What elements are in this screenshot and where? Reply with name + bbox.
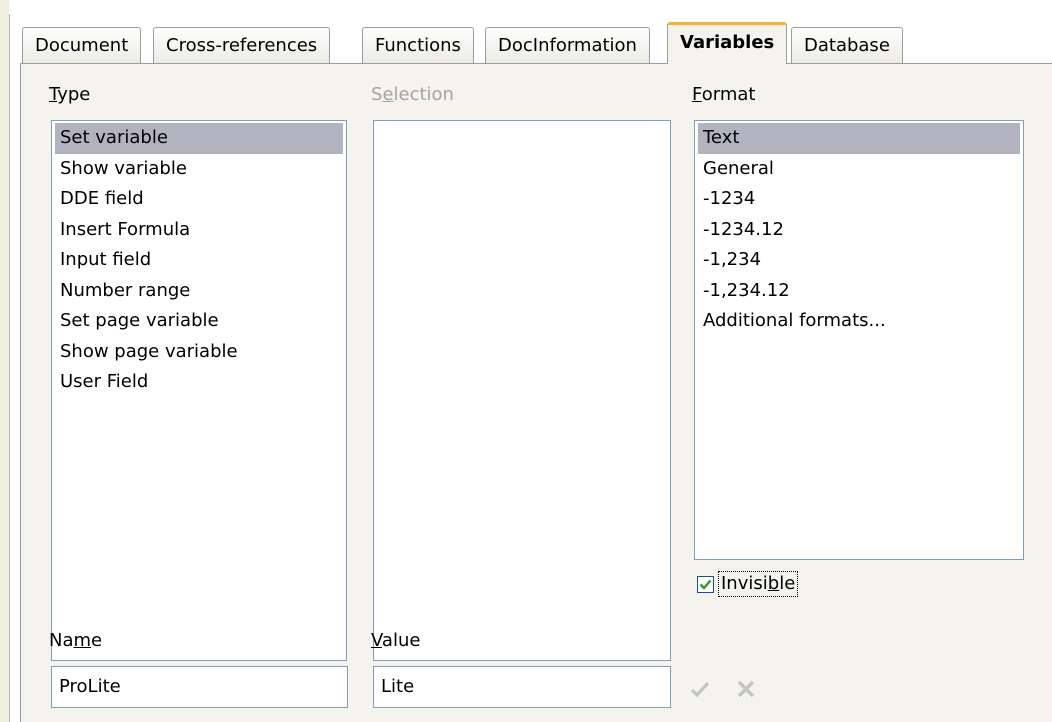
format-list-item[interactable]: -1,234 — [698, 245, 1020, 276]
fields-dialog: Document Cross-references Functions DocI… — [0, 0, 1052, 722]
checkmark-icon — [690, 681, 710, 698]
format-list-item[interactable]: -1,234.12 — [698, 276, 1020, 307]
delete-button[interactable] — [733, 676, 759, 702]
format-label: Format — [692, 84, 756, 105]
type-list-item[interactable]: Show page variable — [55, 337, 343, 368]
window-top — [9, 0, 1052, 14]
name-field[interactable]: ProLite — [51, 666, 348, 708]
type-list-item[interactable]: Set variable — [55, 123, 343, 154]
format-listbox[interactable]: Text General -1234 -1234.12 -1,234 -1,234.12 A… — [694, 120, 1024, 560]
tab-database[interactable]: Database — [791, 27, 903, 63]
type-list-item[interactable]: Number range — [55, 276, 343, 307]
type-list-item[interactable]: Input field — [55, 245, 343, 276]
selection-listbox[interactable] — [373, 120, 671, 661]
tab-variables[interactable]: Variables — [667, 22, 788, 64]
name-label: Name — [49, 630, 103, 651]
format-list-item[interactable]: General — [698, 154, 1020, 185]
type-label: Type — [49, 84, 91, 105]
apply-button[interactable] — [687, 676, 713, 702]
format-list-item[interactable]: Additional formats... — [698, 306, 1020, 337]
type-list-item[interactable]: Show variable — [55, 154, 343, 185]
selection-label: Selection — [371, 84, 454, 105]
format-list-item[interactable]: -1234 — [698, 184, 1020, 215]
checkmark-icon — [699, 579, 712, 590]
tab-docinformation[interactable]: DocInformation — [485, 27, 650, 63]
invisible-checkbox[interactable] — [697, 576, 714, 593]
tab-cross-references[interactable]: Cross-references — [153, 27, 331, 63]
format-list-item[interactable]: -1234.12 — [698, 215, 1020, 246]
type-list-item[interactable]: Set page variable — [55, 306, 343, 337]
format-list-item[interactable]: Text — [698, 123, 1020, 154]
type-list-item[interactable]: User Field — [55, 367, 343, 398]
type-list-item[interactable]: DDE field — [55, 184, 343, 215]
value-field[interactable]: Lite — [373, 666, 671, 708]
tab-functions[interactable]: Functions — [362, 27, 474, 63]
window-edge — [0, 0, 10, 722]
value-label: Value — [371, 630, 421, 651]
invisible-label[interactable]: Invisible — [718, 571, 799, 597]
delete-x-icon — [737, 680, 755, 698]
variables-panel: Type Set variable Show variable DDE field I… — [20, 63, 1052, 722]
type-list-item[interactable]: Insert Formula — [55, 215, 343, 246]
tab-document[interactable]: Document — [22, 27, 142, 63]
type-listbox[interactable]: Set variable Show variable DDE field Insert… — [51, 120, 347, 661]
